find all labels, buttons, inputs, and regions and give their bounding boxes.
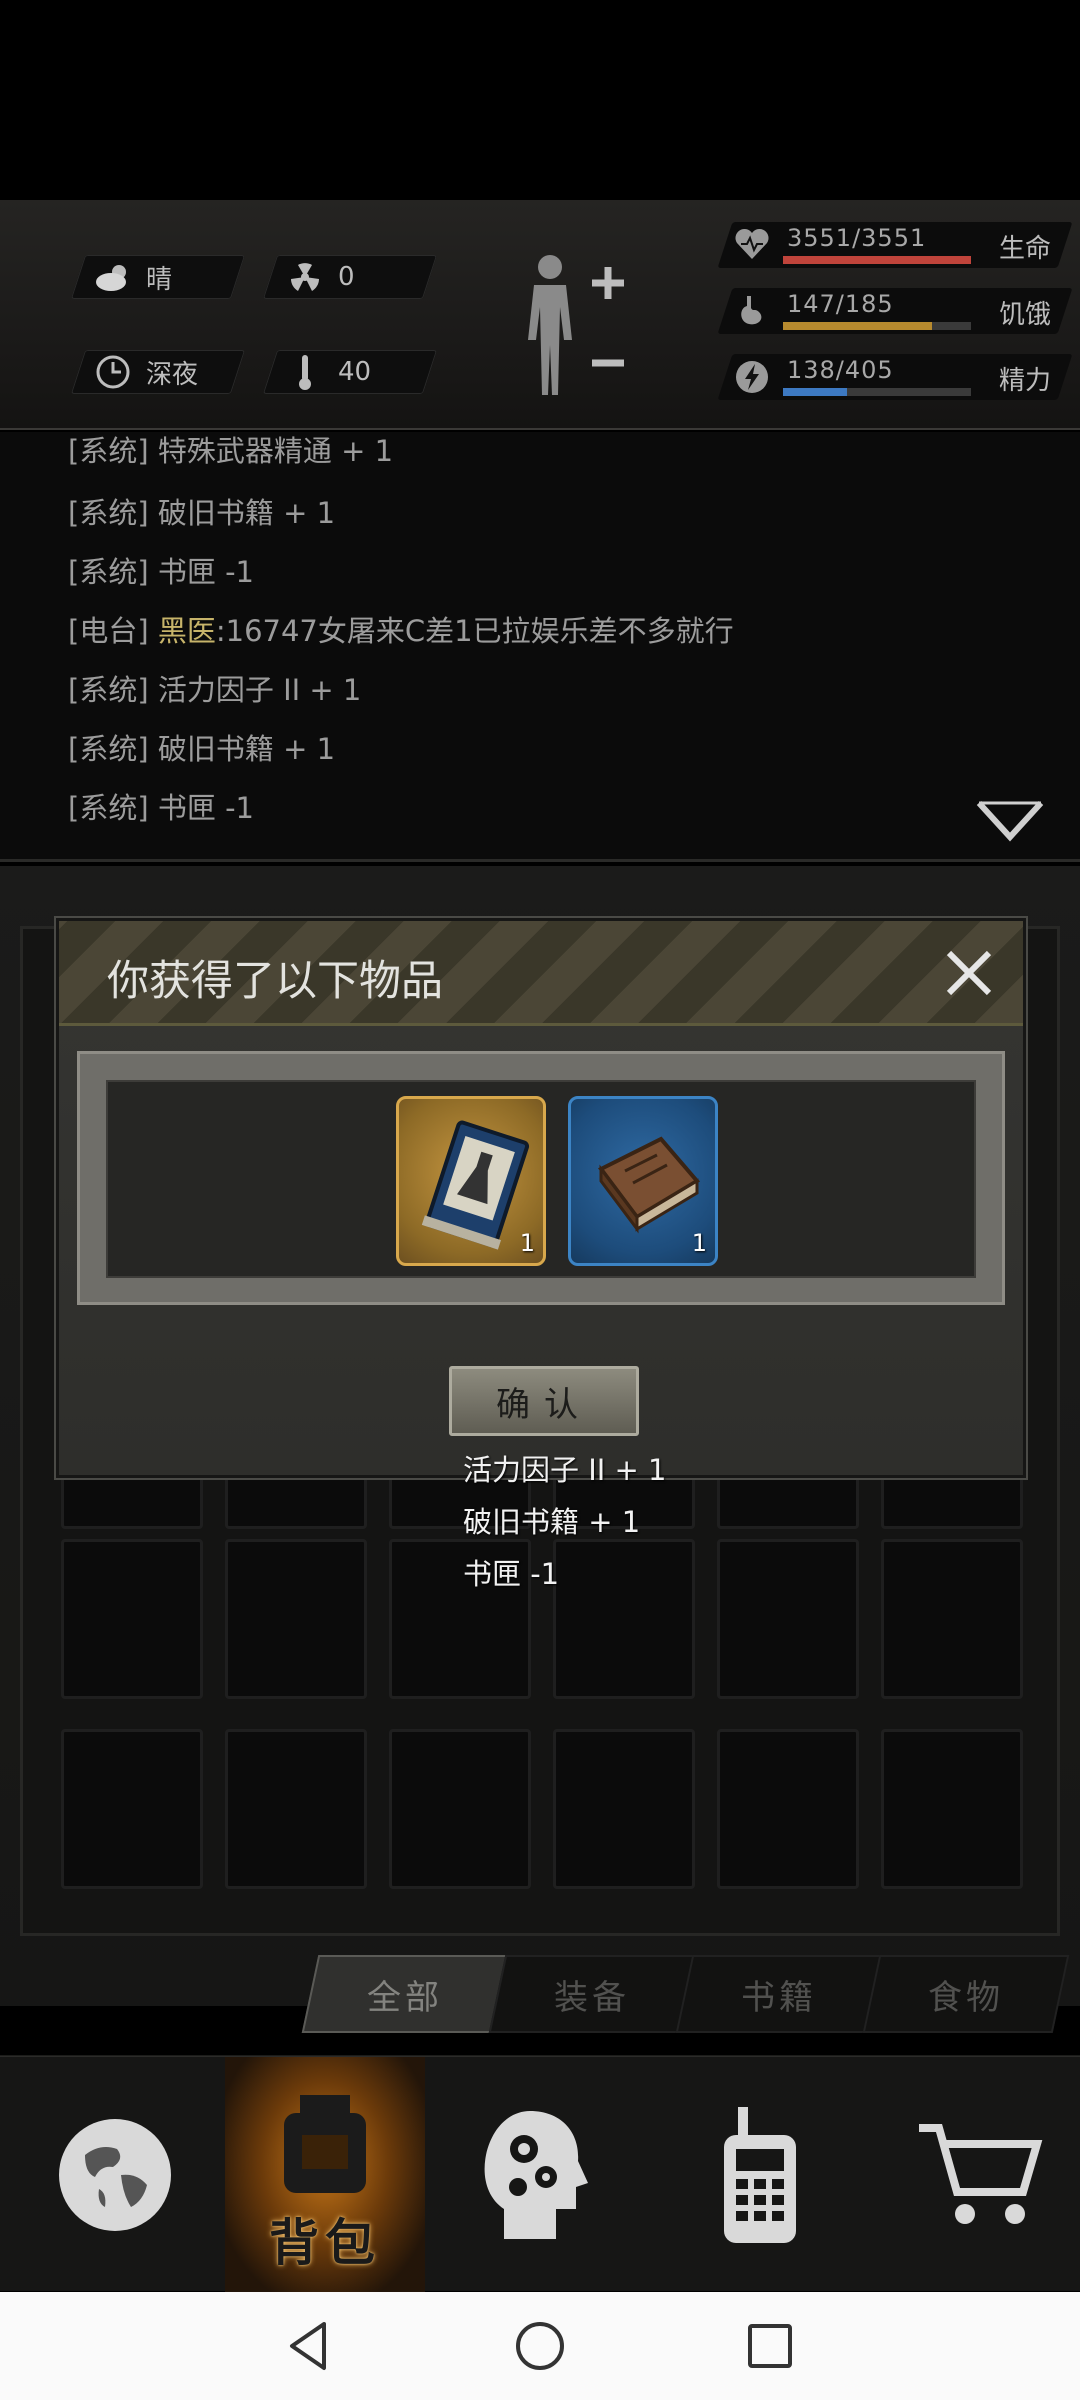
cloud-sun-icon <box>92 256 134 298</box>
weather-chip: 晴 <box>70 255 246 299</box>
stomach-icon <box>733 292 771 330</box>
nav-backpack[interactable]: 背包 <box>225 2057 425 2293</box>
cart-icon <box>919 2124 1043 2224</box>
hunger-label: 饥饿 <box>998 300 1051 330</box>
energy-value: 138/405 <box>787 356 894 384</box>
health-bar <box>783 256 971 264</box>
reward-item[interactable]: 1 <box>568 1096 718 1266</box>
message-log[interactable]: [系统] 特殊武器精通 + 1 [系统] 破旧书籍 + 1 [系统] 书匣 -1… <box>0 432 1080 862</box>
toast-message: 破旧书籍 + 1 <box>463 1505 641 1539</box>
heart-icon <box>733 226 771 264</box>
globe-icon <box>59 2119 171 2231</box>
hunger-value: 147/185 <box>787 290 894 318</box>
status-panel: 晴 0 深夜 40 3551/3551 生命 147/185 饥饿 138/40… <box>0 200 1080 430</box>
temperature-label: 40 <box>338 357 372 387</box>
top-black-area <box>0 0 1080 200</box>
lightning-icon <box>733 358 771 396</box>
backpack-icon <box>284 2095 366 2193</box>
toast-message: 活力因子 II + 1 <box>463 1453 667 1487</box>
confirm-button[interactable]: 确认 <box>449 1366 639 1436</box>
reward-item[interactable]: 1 <box>396 1096 546 1266</box>
energy-bar <box>783 388 971 396</box>
thermometer-icon <box>284 351 326 393</box>
temperature-chip: 40 <box>262 350 438 394</box>
energy-label: 精力 <box>998 366 1051 396</box>
radiation-chip: 0 <box>262 255 438 299</box>
nav-backpack-label: 背包 <box>269 2214 381 2272</box>
health-bar-fill <box>783 256 971 264</box>
toast-message: 书匣 -1 <box>463 1557 560 1591</box>
log-line: [电台] 黑医:16747女屠来C差1已拉娱乐差不多就行 <box>68 614 734 648</box>
time-label: 深夜 <box>146 359 199 390</box>
reward-dialog: 你获得了以下物品 1 1 确认 <box>56 918 1026 1478</box>
nav-world[interactable] <box>15 2057 215 2293</box>
health-label: 生命 <box>998 234 1051 264</box>
walkie-talkie-icon <box>724 2107 796 2243</box>
energy-bar-fill <box>783 388 847 396</box>
body-figure-icon <box>528 255 624 395</box>
reward-list: 1 1 <box>77 1051 1005 1305</box>
nav-shop[interactable] <box>880 2057 1080 2293</box>
reward-count: 1 <box>519 1229 535 1257</box>
log-line: [系统] 破旧书籍 + 1 <box>68 496 336 530</box>
health-value: 3551/3551 <box>787 224 927 252</box>
log-line: [系统] 特殊武器精通 + 1 <box>68 434 394 468</box>
log-line: [系统] 书匣 -1 <box>68 791 254 825</box>
time-chip: 深夜 <box>70 350 246 394</box>
weather-label: 晴 <box>146 264 173 295</box>
hunger-stat: 147/185 饥饿 <box>717 284 1073 336</box>
energy-stat: 138/405 精力 <box>717 350 1073 402</box>
reward-count: 1 <box>691 1229 707 1257</box>
system-navigation-bar <box>0 2292 1080 2400</box>
health-stat: 3551/3551 生命 <box>717 218 1073 270</box>
back-icon[interactable] <box>278 2314 342 2378</box>
radiation-label: 0 <box>338 262 355 292</box>
log-line: [系统] 活力因子 II + 1 <box>68 673 362 707</box>
body-status-button[interactable] <box>520 245 630 405</box>
hunger-bar <box>783 322 971 330</box>
home-icon[interactable] <box>508 2314 572 2378</box>
dialog-title: 你获得了以下物品 <box>107 956 444 1005</box>
log-line: [系统] 破旧书籍 + 1 <box>68 732 336 766</box>
hunger-bar-fill <box>783 322 932 330</box>
head-gears-icon <box>484 2111 588 2239</box>
nav-skills[interactable] <box>435 2057 635 2293</box>
nav-radio[interactable] <box>660 2057 860 2293</box>
dialog-header: 你获得了以下物品 <box>59 921 1023 1026</box>
close-icon[interactable] <box>937 941 1001 1005</box>
chevron-down-icon[interactable] <box>975 797 1045 847</box>
recents-icon[interactable] <box>738 2314 802 2378</box>
log-line: [系统] 书匣 -1 <box>68 555 254 589</box>
clock-icon <box>92 351 134 393</box>
bottom-navigation: 背包 <box>0 2055 1080 2293</box>
radiation-icon <box>284 256 326 298</box>
